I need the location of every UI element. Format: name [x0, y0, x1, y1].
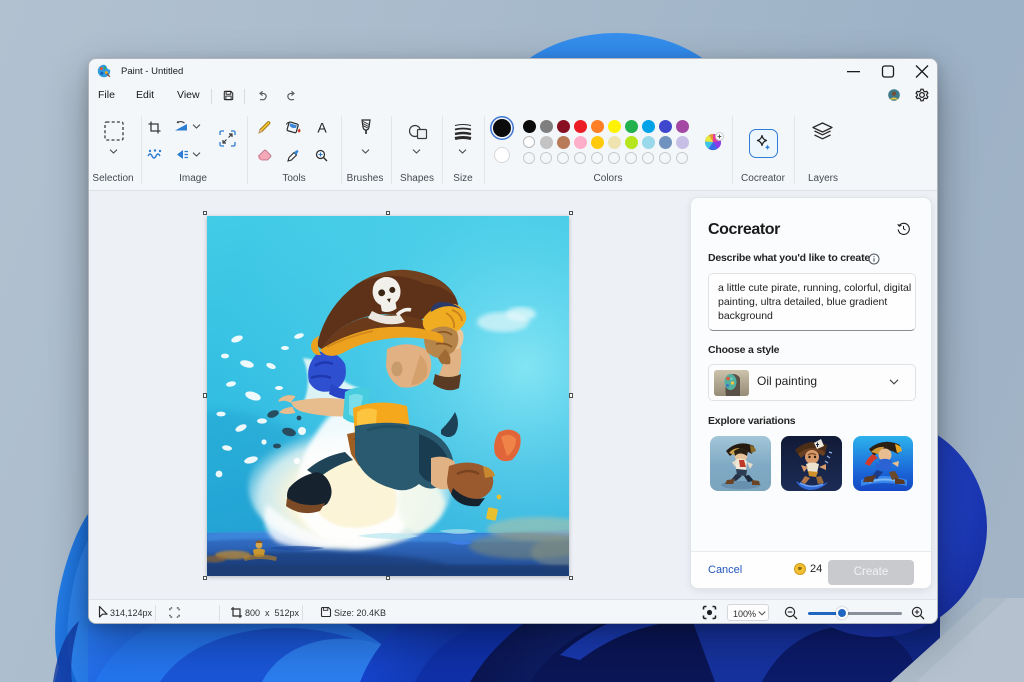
svg-text:A: A [317, 120, 327, 134]
